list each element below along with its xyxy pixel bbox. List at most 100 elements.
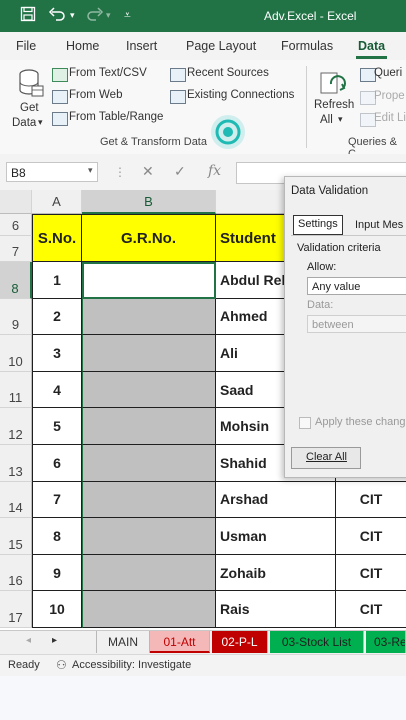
tab-file[interactable]: File (16, 39, 36, 53)
cell-grno[interactable] (82, 298, 216, 336)
sheet-tab-main-label: MAIN (108, 635, 138, 649)
undo-icon[interactable] (48, 6, 66, 25)
tab-data[interactable]: Data (355, 39, 388, 59)
cell-student-name[interactable]: Arshad (216, 481, 336, 519)
cell-grno[interactable] (82, 335, 216, 372)
header-cell-sno[interactable]: S.No. (32, 214, 82, 262)
cell-student-name[interactable]: Zohaib (216, 554, 336, 592)
row-header-8[interactable]: 8 (0, 262, 32, 299)
refresh-label: Refresh (314, 99, 355, 111)
get-data-label-2: Data (12, 117, 37, 129)
name-box[interactable]: B8 (6, 162, 98, 182)
from-web-button[interactable]: From Web (52, 88, 162, 106)
database-icon (19, 69, 44, 97)
name-box-dropdown-icon[interactable]: ▾ (88, 165, 93, 176)
scroll-left-icon[interactable]: ◂ (26, 635, 31, 646)
accessibility-icon[interactable]: ⚇ (56, 658, 67, 672)
from-table-range-button[interactable]: From Table/Range (52, 110, 164, 128)
sheet-tab-03-stock-list[interactable]: 03-Stock List (270, 631, 364, 653)
tab-home[interactable]: Home (66, 39, 99, 53)
cell-sno[interactable]: 6 (32, 445, 82, 482)
column-header-a[interactable]: A (32, 190, 82, 214)
sheet-tab-03-re[interactable]: 03-Re (366, 631, 406, 653)
cell-department[interactable]: CIT (336, 482, 406, 519)
cell-grno[interactable] (82, 518, 216, 555)
cell-sno[interactable]: 10 (32, 591, 82, 628)
properties-button[interactable]: Prope (360, 89, 406, 107)
cell-sno[interactable]: 8 (32, 518, 82, 555)
sheet-tab-01-att[interactable]: 01-Att (150, 631, 210, 653)
sheet-tab-main[interactable]: MAIN (96, 631, 150, 653)
cell-grno[interactable] (82, 371, 216, 409)
undo-dropdown-icon[interactable]: ▾ (70, 10, 75, 21)
cell-department[interactable]: CIT (336, 555, 406, 592)
from-text-csv-label: From Text/CSV (69, 67, 147, 79)
sheet-tab-02-p-l[interactable]: 02-P-L (212, 631, 268, 653)
row-header-14[interactable]: 14 (0, 481, 32, 519)
from-text-csv-button[interactable]: From Text/CSV (52, 66, 162, 84)
chevron-down-icon: ▾ (338, 114, 343, 124)
cell-department[interactable]: CIT (336, 591, 406, 628)
cell-grno[interactable] (82, 481, 216, 519)
redo-dropdown-icon[interactable]: ▾ (106, 10, 111, 21)
column-header-b[interactable]: B (82, 190, 216, 214)
existing-connections-button[interactable]: Existing Connections (170, 88, 296, 106)
cell-department[interactable]: CIT (336, 518, 406, 555)
row-header-17[interactable]: 17 (0, 591, 32, 628)
edit-links-button[interactable]: Edit Li (360, 111, 406, 129)
tab-insert[interactable]: Insert (126, 39, 157, 53)
apply-changes-checkbox[interactable] (299, 417, 311, 429)
sheet-tab-03-re-label: 03-Re (374, 635, 406, 649)
cell-sno[interactable]: 5 (32, 408, 82, 445)
row-header-11[interactable]: 11 (0, 371, 32, 409)
status-accessibility[interactable]: Accessibility: Investigate (72, 659, 191, 671)
enter-icon[interactable]: ✓ (174, 163, 186, 180)
row-header-12[interactable]: 12 (0, 408, 32, 445)
web-icon (52, 90, 68, 104)
cell-student-name[interactable]: Rais (216, 591, 336, 628)
ribbon-separator (306, 66, 307, 148)
get-data-button[interactable]: Get Data ▾ (12, 64, 48, 129)
select-all-corner[interactable] (0, 190, 32, 214)
refresh-icon (320, 72, 346, 94)
tab-formulas[interactable]: Formulas (281, 39, 333, 53)
recent-sources-button[interactable]: Recent Sources (170, 66, 280, 84)
refresh-all-button[interactable]: Refresh All ▾ (312, 66, 356, 130)
cell-grno[interactable] (82, 408, 216, 445)
row-header-10[interactable]: 10 (0, 335, 32, 372)
cell-sno[interactable]: 7 (32, 481, 82, 519)
row-header-6[interactable]: 6 (0, 214, 32, 236)
scroll-right-icon[interactable]: ▸ (52, 635, 57, 646)
edit-links-label: Edit Li (374, 112, 406, 124)
tab-input-message[interactable]: Input Mes (355, 219, 403, 231)
cell-grno[interactable] (82, 445, 216, 482)
cell-sno[interactable]: 4 (32, 371, 82, 409)
cell-grno[interactable] (82, 591, 216, 628)
clear-all-button[interactable]: Clear All (291, 447, 361, 469)
row-header-7[interactable]: 7 (0, 236, 32, 262)
save-icon[interactable] (20, 6, 36, 25)
cell-grno[interactable] (82, 554, 216, 592)
cell-sno[interactable]: 3 (32, 335, 82, 372)
allow-select[interactable]: Any value (307, 277, 406, 295)
row-header-13[interactable]: 13 (0, 445, 32, 482)
header-cell-grno[interactable]: G.R.No. (82, 214, 216, 262)
row-header-9[interactable]: 9 (0, 298, 32, 336)
insert-function-icon[interactable]: fx (208, 163, 221, 179)
refresh-label-2: All (320, 114, 333, 126)
row-header-16[interactable]: 16 (0, 554, 32, 592)
cell-sno[interactable]: 1 (32, 262, 82, 299)
tab-settings[interactable]: Settings (293, 215, 343, 235)
status-ready: Ready (8, 659, 40, 671)
customize-toolbar-icon[interactable]: ⩡ (124, 8, 131, 23)
cell-sno[interactable]: 9 (32, 554, 82, 592)
cancel-icon[interactable]: ✕ (142, 163, 154, 180)
redo-icon[interactable] (86, 6, 104, 25)
data-select[interactable]: between (307, 315, 406, 333)
queries-connections-button[interactable]: Queri (360, 66, 406, 84)
cell-grno-selected[interactable] (82, 262, 216, 299)
row-header-15[interactable]: 15 (0, 518, 32, 555)
tab-page-layout[interactable]: Page Layout (186, 39, 256, 53)
cell-sno[interactable]: 2 (32, 298, 82, 336)
cell-student-name[interactable]: Usman (216, 518, 336, 555)
